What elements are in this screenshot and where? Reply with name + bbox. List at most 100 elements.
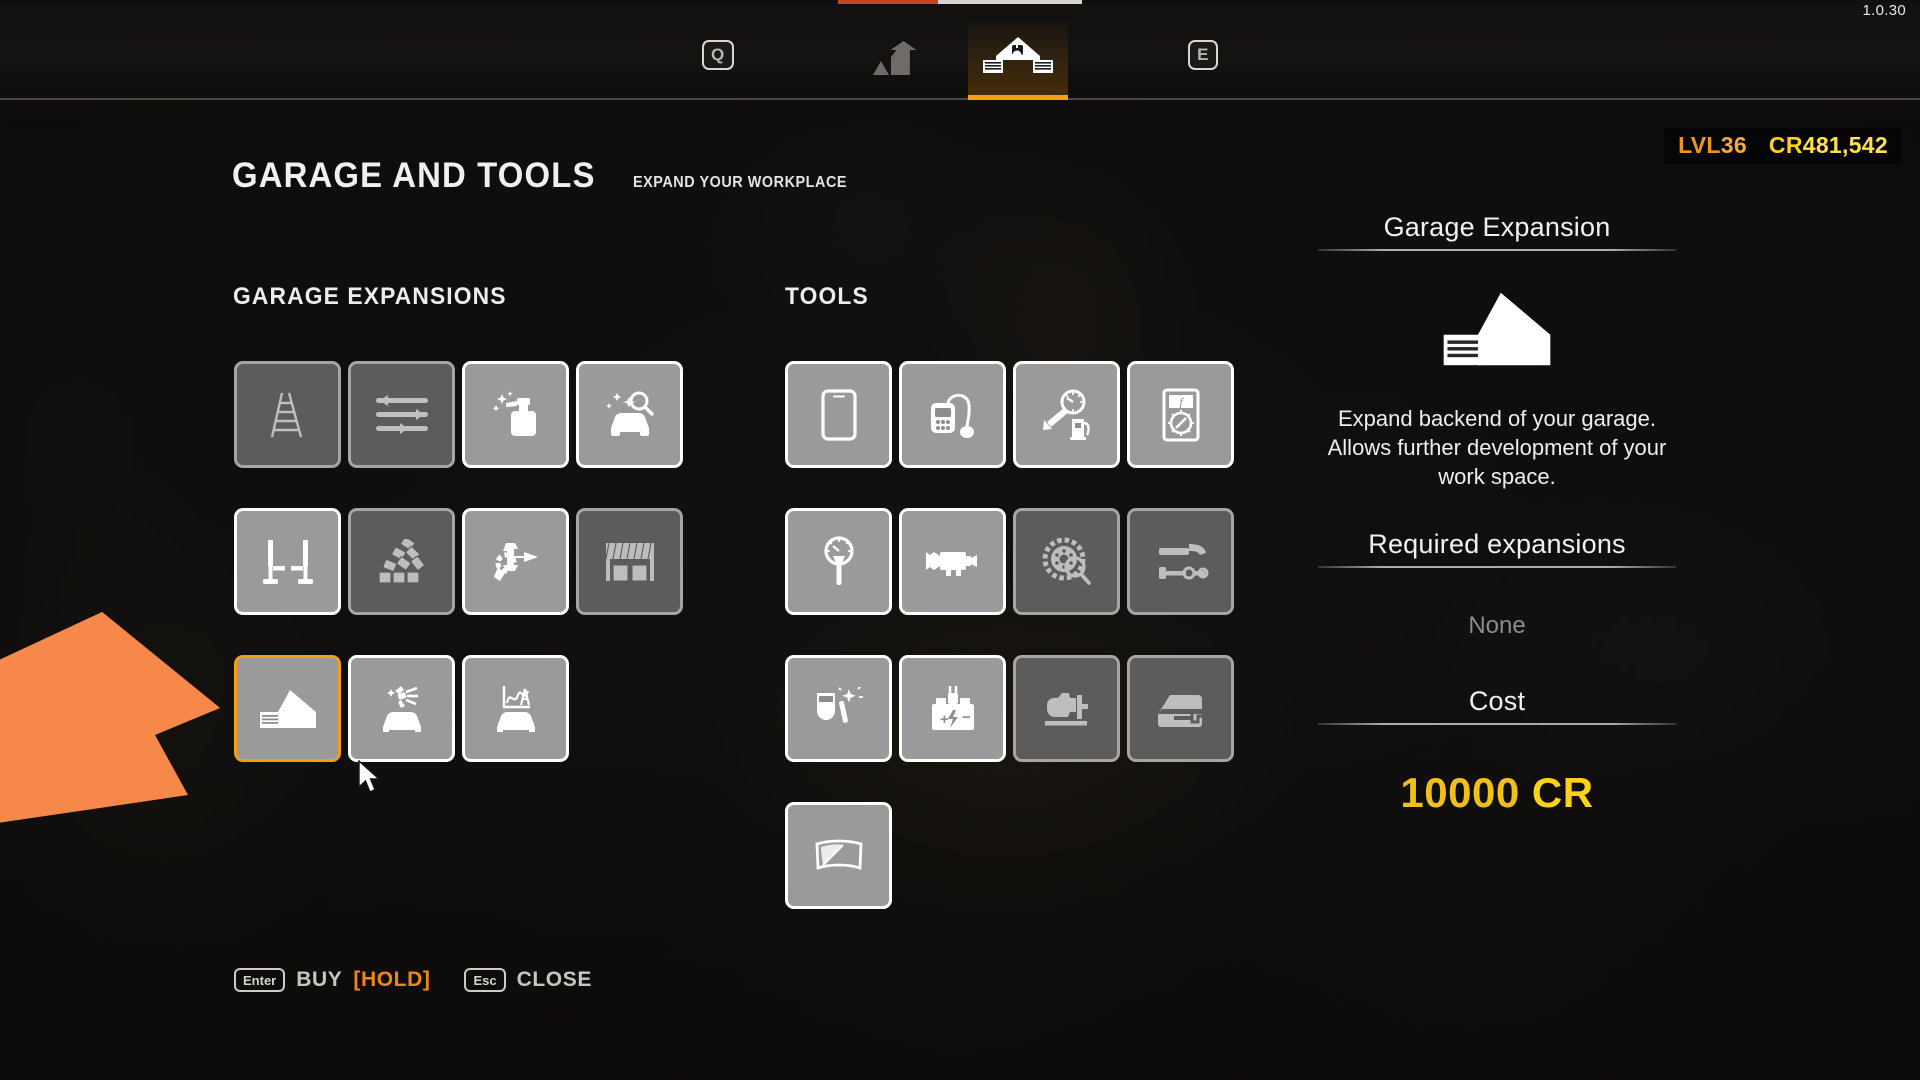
tile-paint-shop[interactable] — [348, 655, 455, 762]
keybind-buy[interactable]: Enter BUY [HOLD] — [234, 968, 430, 992]
cost-title: Cost — [1468, 686, 1526, 716]
compression-gauge-icon — [819, 535, 859, 589]
ladder-icon — [265, 389, 311, 441]
level-badge: LVL36 — [1678, 132, 1747, 159]
multimeter-icon: f — [1160, 388, 1202, 442]
sliders-icon — [374, 393, 430, 437]
welding-mask-icon — [811, 686, 867, 731]
page-subtitle-text: EXPAND YOUR WORKPLACE — [632, 174, 847, 191]
credits-value: 481,542 — [1802, 132, 1888, 158]
nav-prev-key[interactable]: Q — [702, 40, 734, 70]
tools-grid: f + − — [785, 361, 1234, 909]
tab-garage-and-tools[interactable] — [968, 22, 1068, 100]
tile-tablet[interactable] — [785, 361, 892, 468]
detail-icon-wrap — [1318, 289, 1676, 374]
paint-gun-car-icon — [373, 683, 431, 735]
cost-section: Cost 10000 CR — [1318, 686, 1676, 817]
keybind-buy-modifier: [HOLD] — [353, 968, 431, 991]
loading-progress-bar — [838, 0, 1082, 4]
tile-engine-stand[interactable] — [1013, 655, 1120, 762]
fuel-gauge-icon — [1039, 389, 1095, 441]
tile-welder[interactable] — [785, 655, 892, 762]
car-inspect-icon — [601, 391, 659, 439]
detail-description: Expand backend of your garage. Allows fu… — [1327, 406, 1667, 489]
required-expansions-section: Required expansions None — [1318, 529, 1676, 640]
car-lift-icon — [261, 536, 315, 588]
detail-panel: Garage Expansion Expand backend of your … — [1318, 212, 1676, 817]
nav-next-key[interactable]: E — [1188, 40, 1218, 70]
garage-icon — [982, 35, 1054, 82]
required-expansions-rule — [1318, 566, 1676, 568]
credits-label: CR — [1768, 132, 1803, 158]
tile-body-hammer-set[interactable] — [1127, 508, 1234, 615]
tile-workbench-tools[interactable] — [462, 508, 569, 615]
svg-text:−: − — [962, 709, 971, 726]
cost-value-wrap: 10000 CR — [1318, 769, 1676, 817]
version-label: 1.0.30 — [1862, 2, 1906, 19]
cost-amount: 10000 — [1400, 769, 1520, 816]
obd-scanner-icon — [926, 389, 980, 441]
page-title: GARAGE AND TOOLS EXPAND YOUR WORKPLACE — [232, 156, 871, 196]
window-film-icon — [813, 836, 865, 876]
level-value: 36 — [1720, 132, 1747, 158]
tile-workshop-sliders[interactable] — [348, 361, 455, 468]
tile-garage-door[interactable] — [576, 508, 683, 615]
tablet-icon — [820, 388, 858, 441]
hammer-gear-icon — [489, 537, 543, 587]
tile-fuel-pressure-tester[interactable] — [1013, 361, 1120, 468]
required-expansions-value: None — [1468, 612, 1526, 639]
car-door-dent-icon — [1154, 688, 1208, 730]
keycap-q: Q — [702, 40, 734, 70]
tab-skills[interactable] — [850, 22, 950, 100]
body-hammer-icon — [1153, 540, 1209, 584]
svg-text:+: + — [940, 711, 949, 728]
keybind-footer: Enter BUY [HOLD] Esc CLOSE — [234, 968, 592, 992]
garage-house-icon — [258, 688, 318, 730]
engine-stand-icon — [1039, 687, 1095, 731]
dyno-car-icon — [488, 683, 544, 735]
section-title-garage-expansions: GARAGE EXPANSIONS — [233, 283, 507, 310]
tile-car-lift[interactable] — [234, 508, 341, 615]
tile-brake-inspection[interactable] — [1013, 508, 1120, 615]
compressor-icon — [924, 544, 982, 580]
brake-disc-inspect-icon — [1040, 537, 1094, 587]
tile-window-tint-kit[interactable] — [785, 802, 892, 909]
garage-house-icon — [1433, 289, 1561, 374]
tile-dyno-test[interactable] — [462, 655, 569, 762]
tile-compression-tester[interactable] — [785, 508, 892, 615]
tile-air-compressor[interactable] — [899, 508, 1006, 615]
keycap-esc: Esc — [464, 968, 506, 992]
tile-multimeter[interactable]: f — [1127, 361, 1234, 468]
tile-brick-wall[interactable] — [348, 508, 455, 615]
tile-garage-expansion[interactable] — [234, 655, 341, 762]
keycap-enter: Enter — [234, 968, 286, 992]
section-title-tools: TOOLS — [785, 283, 869, 310]
credits-badge: CR481,542 — [1769, 132, 1888, 159]
detail-title: Garage Expansion — [1383, 212, 1611, 242]
tile-ladder[interactable] — [234, 361, 341, 468]
keybind-buy-label: BUY — [296, 968, 343, 991]
garage-door-icon — [603, 541, 657, 583]
spray-bottle-icon — [489, 388, 543, 442]
skill-bars-icon — [871, 40, 929, 82]
detail-title-rule — [1318, 249, 1676, 251]
level-label: LVL — [1678, 132, 1721, 158]
tile-dent-puller[interactable] — [1127, 655, 1234, 762]
player-hud: LVL36 CR481,542 — [1664, 128, 1902, 164]
brick-pile-icon — [374, 538, 430, 585]
keybind-close[interactable]: Esc CLOSE — [464, 968, 591, 992]
tile-battery-charger[interactable]: + − — [899, 655, 1006, 762]
tile-obd-scanner[interactable] — [899, 361, 1006, 468]
required-expansions-title: Required expansions — [1368, 529, 1626, 559]
game-screen: 1.0.30 Q E LVL36 CR481,542 GARAGE AND TO… — [0, 0, 1920, 1080]
keybind-close-label: CLOSE — [516, 968, 592, 991]
tile-vehicle-inspection[interactable] — [576, 361, 683, 468]
top-navigation-bar: 1.0.30 Q E — [0, 0, 1920, 100]
cost-currency: CR — [1531, 769, 1594, 816]
garage-expansions-grid — [234, 361, 683, 762]
tile-cleaning-station[interactable] — [462, 361, 569, 468]
battery-charger-icon: + − — [926, 684, 980, 734]
keycap-e: E — [1188, 40, 1218, 70]
page-title-text: GARAGE AND TOOLS — [232, 156, 596, 195]
cost-rule — [1318, 723, 1676, 725]
